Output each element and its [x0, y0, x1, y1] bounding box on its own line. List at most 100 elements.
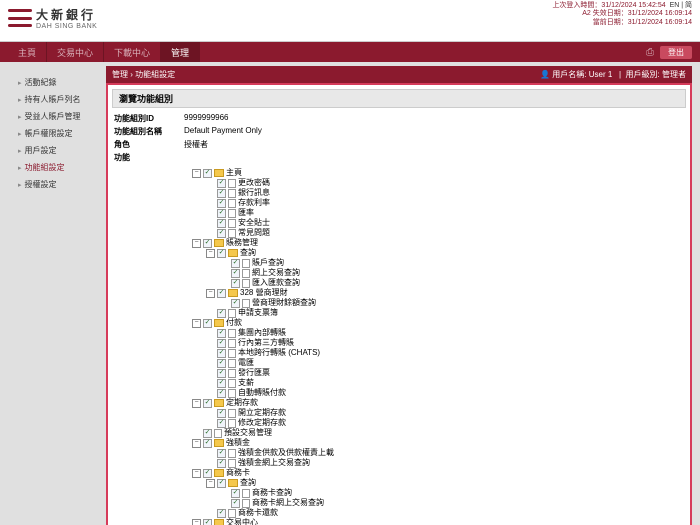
tree-node[interactable]: −✓328 營商理財	[182, 288, 686, 298]
tree-node[interactable]: ✓強積金供款及供款權責上載	[182, 448, 686, 458]
expand-icon[interactable]: −	[192, 169, 201, 178]
tree-node[interactable]: ✓自動轉賬付款	[182, 388, 686, 398]
tree-node[interactable]: −✓強積金	[182, 438, 686, 448]
checkbox[interactable]: ✓	[203, 399, 212, 408]
tree-node[interactable]: −✓定期存款	[182, 398, 686, 408]
tree-node[interactable]: ✓集團內部轉賬	[182, 328, 686, 338]
checkbox[interactable]: ✓	[217, 459, 226, 468]
expand-icon[interactable]: −	[192, 469, 201, 478]
tree-node[interactable]: ✓申請支票簿	[182, 308, 686, 318]
tree-node[interactable]: ✓商務卡還款	[182, 508, 686, 518]
expand-icon[interactable]: −	[192, 439, 201, 448]
nav-home[interactable]: 主頁	[8, 42, 47, 62]
nav-download[interactable]: 下載中心	[104, 42, 161, 62]
checkbox[interactable]: ✓	[217, 409, 226, 418]
checkbox[interactable]: ✓	[217, 419, 226, 428]
checkbox[interactable]: ✓	[217, 219, 226, 228]
checkbox[interactable]: ✓	[203, 429, 212, 438]
checkbox[interactable]: ✓	[217, 309, 226, 318]
tree-node[interactable]: ✓更改密碼	[182, 178, 686, 188]
file-icon	[242, 259, 250, 268]
sidebar-item-activity[interactable]: 活動紀錄	[8, 74, 98, 91]
tree-node[interactable]: −✓商務卡	[182, 468, 686, 478]
checkbox[interactable]: ✓	[217, 509, 226, 518]
checkbox[interactable]: ✓	[231, 259, 240, 268]
checkbox[interactable]: ✓	[231, 299, 240, 308]
checkbox[interactable]: ✓	[217, 179, 226, 188]
checkbox[interactable]: ✓	[203, 439, 212, 448]
tree-node[interactable]: ✓匯率	[182, 208, 686, 218]
checkbox[interactable]: ✓	[217, 379, 226, 388]
checkbox[interactable]: ✓	[217, 479, 226, 488]
checkbox[interactable]: ✓	[217, 289, 226, 298]
checkbox[interactable]: ✓	[217, 199, 226, 208]
checkbox[interactable]: ✓	[217, 389, 226, 398]
nav-manage[interactable]: 管理	[161, 42, 200, 62]
checkbox[interactable]: ✓	[231, 499, 240, 508]
checkbox[interactable]: ✓	[217, 229, 226, 238]
checkbox[interactable]: ✓	[217, 189, 226, 198]
tree-node[interactable]: −✓查詢	[182, 478, 686, 488]
checkbox[interactable]: ✓	[217, 359, 226, 368]
sidebar-item-user[interactable]: 用戶設定	[8, 142, 98, 159]
tree-node[interactable]: ✓營商理財餘額查詢	[182, 298, 686, 308]
checkbox[interactable]: ✓	[217, 249, 226, 258]
expand-icon[interactable]: −	[206, 479, 215, 488]
tree-node[interactable]: ✓商務卡查詢	[182, 488, 686, 498]
checkbox[interactable]: ✓	[203, 319, 212, 328]
tree-node[interactable]: ✓電匯	[182, 358, 686, 368]
expand-icon[interactable]: −	[192, 319, 201, 328]
sidebar-item-payee[interactable]: 受益人賬戶管理	[8, 108, 98, 125]
checkbox[interactable]: ✓	[231, 489, 240, 498]
checkbox[interactable]: ✓	[217, 369, 226, 378]
checkbox[interactable]: ✓	[231, 279, 240, 288]
sidebar-item-account-auth[interactable]: 帳戶權限設定	[8, 125, 98, 142]
logout-button[interactable]: 登出	[660, 46, 692, 59]
tree-node[interactable]: −✓主頁	[182, 168, 686, 178]
checkbox[interactable]: ✓	[203, 169, 212, 178]
tree-label: 交易中心	[226, 518, 258, 525]
checkbox[interactable]: ✓	[217, 349, 226, 358]
sidebar-item-auth[interactable]: 授權設定	[8, 176, 98, 193]
tree-node[interactable]: −✓查詢	[182, 248, 686, 258]
expand-icon[interactable]: −	[192, 239, 201, 248]
tree-node[interactable]: −✓賬務管理	[182, 238, 686, 248]
checkbox[interactable]: ✓	[203, 469, 212, 478]
expand-icon[interactable]: −	[192, 519, 201, 525]
checkbox[interactable]: ✓	[217, 339, 226, 348]
nav-transaction[interactable]: 交易中心	[47, 42, 104, 62]
tree-node[interactable]: ✓支薪	[182, 378, 686, 388]
tree-node[interactable]: ✓開立定期存款	[182, 408, 686, 418]
checkbox[interactable]: ✓	[203, 239, 212, 248]
tree-node[interactable]: ✓行內第三方轉賬	[182, 338, 686, 348]
tree-node[interactable]: ✓存款利率	[182, 198, 686, 208]
tree-node[interactable]: −✓付款	[182, 318, 686, 328]
tree-node[interactable]: ✓商務卡網上交易查詢	[182, 498, 686, 508]
print-icon[interactable]: ⎙	[646, 47, 654, 58]
tree-node[interactable]: ✓預設交易管理	[182, 428, 686, 438]
file-icon	[242, 279, 250, 288]
tree-node[interactable]: ✓發行匯票	[182, 368, 686, 378]
checkbox[interactable]: ✓	[203, 519, 212, 525]
tree-node[interactable]: ✓銀行訊息	[182, 188, 686, 198]
tree-node[interactable]: ✓修改定期存款	[182, 418, 686, 428]
sidebar-item-func-group[interactable]: 功能組設定	[8, 159, 98, 176]
tree-node[interactable]: ✓匯入匯款查詢	[182, 278, 686, 288]
checkbox[interactable]: ✓	[231, 269, 240, 278]
tree-node[interactable]: ✓賬戶查詢	[182, 258, 686, 268]
lang-switch[interactable]: EN | 简	[670, 2, 692, 9]
tree-node[interactable]: ✓安全貼士	[182, 218, 686, 228]
tree-node[interactable]: ✓常見問題	[182, 228, 686, 238]
tree-node[interactable]: −✓ 交易中心	[182, 518, 686, 525]
expand-icon[interactable]: −	[192, 399, 201, 408]
bank-name-cn: 大新銀行	[36, 6, 97, 23]
tree-node[interactable]: ✓本地跨行轉賬 (CHATS)	[182, 348, 686, 358]
checkbox[interactable]: ✓	[217, 209, 226, 218]
tree-node[interactable]: ✓強積金網上交易查詢	[182, 458, 686, 468]
sidebar-item-holder[interactable]: 持有人賬戶列名	[8, 91, 98, 108]
checkbox[interactable]: ✓	[217, 329, 226, 338]
checkbox[interactable]: ✓	[217, 449, 226, 458]
expand-icon[interactable]: −	[206, 289, 215, 298]
tree-node[interactable]: ✓網上交易查詢	[182, 268, 686, 278]
expand-icon[interactable]: −	[206, 249, 215, 258]
